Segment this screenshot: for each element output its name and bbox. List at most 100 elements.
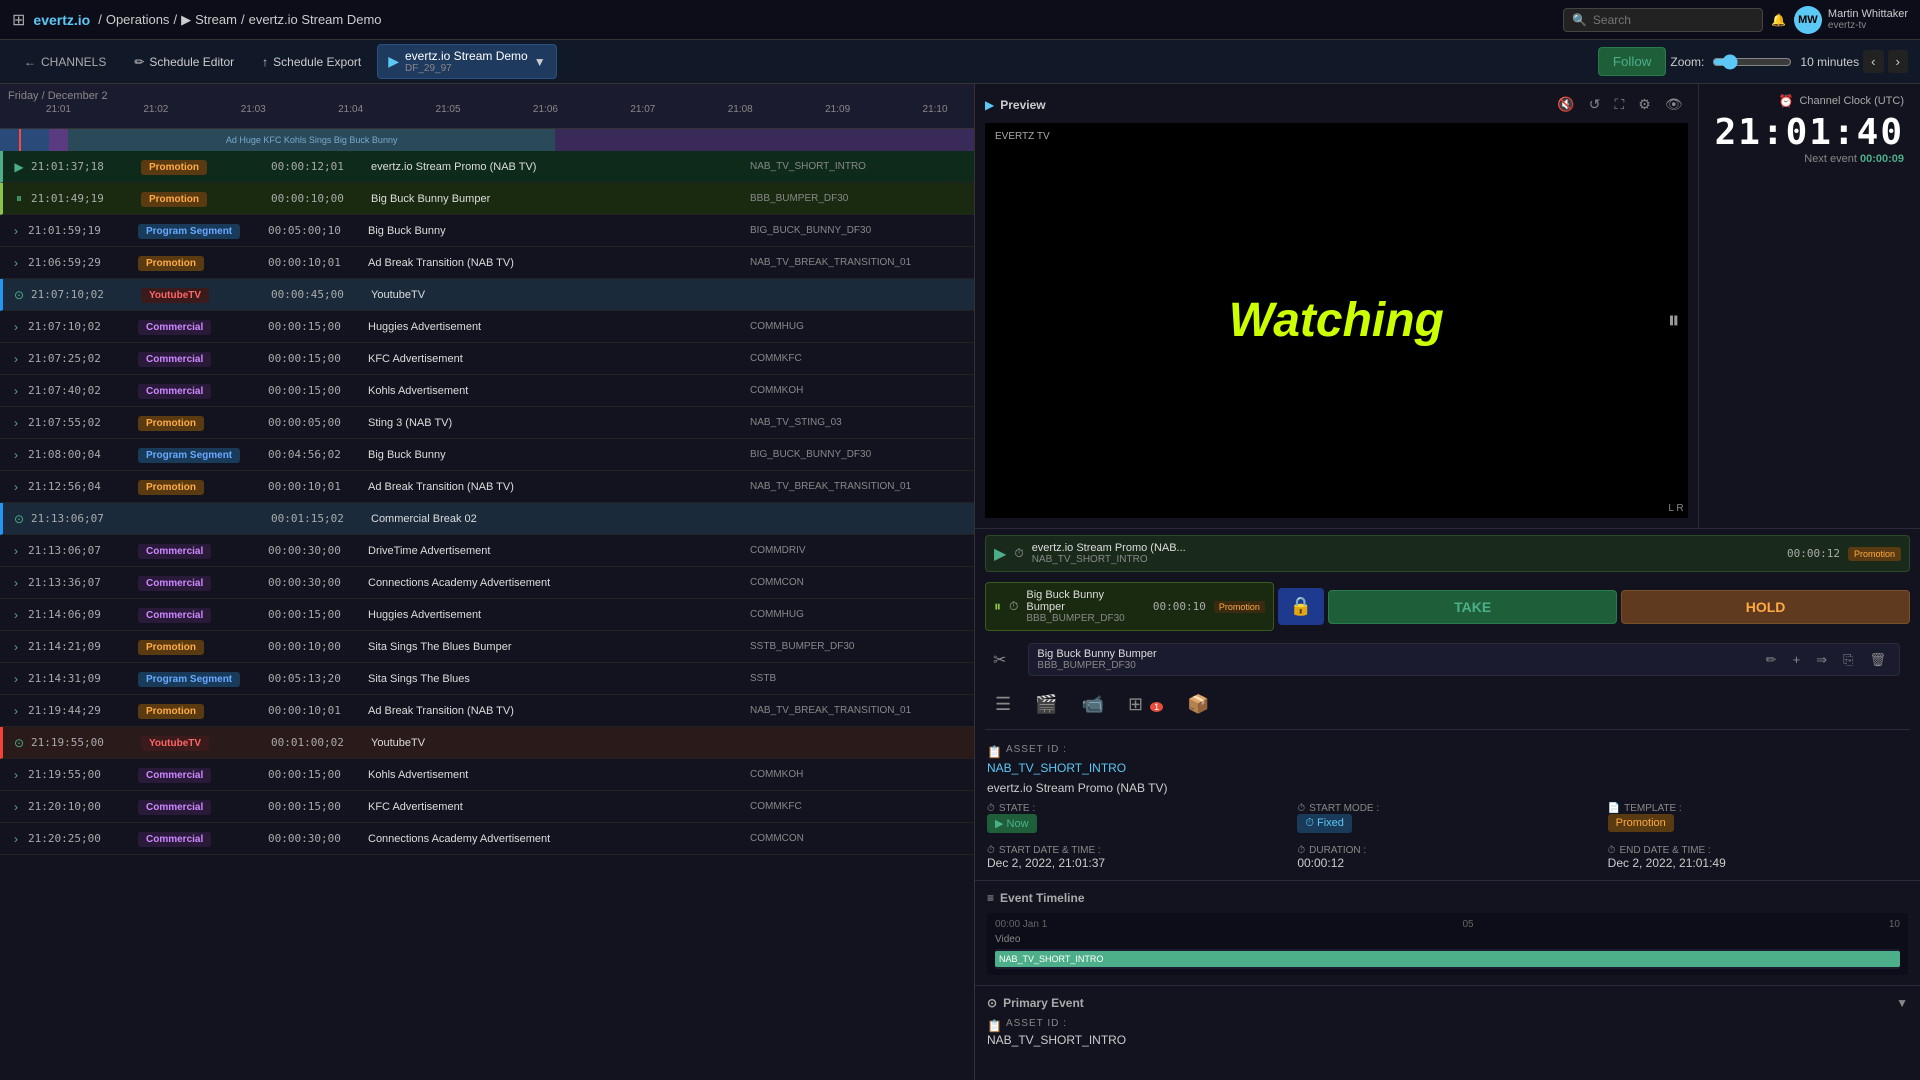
row-asset: SSTB [750,673,970,684]
time-mark-2: 21:02 [143,104,168,115]
primary-event-icon: ⊙ [987,996,997,1010]
lock-button[interactable]: 🔒 [1278,588,1324,625]
follow-button[interactable]: Follow [1598,47,1667,76]
now-play-icon[interactable]: ▶ [994,544,1006,564]
breadcrumb-stream-icon: ▶ [181,12,191,28]
row-type: Promotion [138,255,268,271]
edit-pencil-button[interactable]: ✏ [1761,649,1782,671]
row-title: DriveTime Advertisement [368,545,750,557]
timeline-prev-button[interactable]: ‹ [1863,50,1883,73]
table-row[interactable]: › 21:20:10;00 Commercial 00:00:15;00 KFC… [0,791,974,823]
table-row[interactable]: › 21:06:59;29 Promotion 00:00:10;01 Ad B… [0,247,974,279]
start-date-item: ⏱ START DATE & TIME : Dec 2, 2022, 21:01… [987,845,1287,870]
table-row[interactable]: ⊙ 21:13:06;07 00:01:15;02 Commercial Bre… [0,503,974,535]
camera-action-button[interactable]: 📹 [1072,688,1114,721]
asset-title: evertz.io Stream Promo (NAB TV) [987,781,1908,795]
search-box[interactable]: 🔍 [1563,8,1763,32]
timeline-next-button[interactable]: › [1888,50,1908,73]
start-date-value: Dec 2, 2022, 21:01:37 [987,856,1287,870]
refresh-button[interactable]: ↺ [1584,94,1606,115]
scissors-button[interactable]: ✂ [985,646,1014,674]
row-asset: COMMKFC [750,353,970,364]
table-row[interactable]: › 21:14:06;09 Commercial 00:00:15;00 Hug… [0,599,974,631]
apps-icon[interactable]: ⊞ [12,10,25,30]
edit-forward-button[interactable]: ⇒ [1811,649,1832,671]
avatar: MW [1794,6,1822,34]
edit-icon: ✏ [134,55,144,69]
table-row[interactable]: › 21:07:25;02 Commercial 00:00:15;00 KFC… [0,343,974,375]
schedule-body[interactable]: ▶ 21:01:37;18 Promotion 00:00:12;01 ever… [0,151,974,1080]
table-row[interactable]: › 21:14:21;09 Promotion 00:00:10;00 Sita… [0,631,974,663]
video-action-button[interactable]: 🎬 [1025,688,1067,721]
edit-row-container: ✂ Big Buck Bunny Bumper BBB_BUMPER_DF30 … [985,639,1910,680]
table-row[interactable]: ⏸ 21:01:49;19 Promotion 00:00:10;00 Big … [0,183,974,215]
table-row[interactable]: › 21:20:25;00 Commercial 00:00:30;00 Con… [0,823,974,855]
mute-button[interactable]: 🔇 [1552,94,1579,115]
edit-delete-button[interactable]: 🗑 [1864,649,1891,671]
settings-button[interactable]: ⚙ [1633,94,1656,115]
table-row[interactable]: › 21:12:56;04 Promotion 00:00:10;01 Ad B… [0,471,974,503]
edit-copy-button[interactable]: ⎘ [1838,649,1858,671]
table-row[interactable]: ▶ 21:01:37;18 Promotion 00:00:12;01 ever… [0,151,974,183]
user-info: MW Martin Whittaker evertz-tv [1794,6,1908,34]
table-row[interactable]: ⊙ 21:19:55;00 YoutubeTV 00:01:00;02 Yout… [0,727,974,759]
row-indicator: › [4,352,28,366]
table-row[interactable]: › 21:13:36;07 Commercial 00:00:30;00 Con… [0,567,974,599]
table-row[interactable]: › 21:07:40;02 Commercial 00:00:15;00 Koh… [0,375,974,407]
fullscreen-button[interactable]: ⛶ [1609,94,1629,115]
row-duration: 00:04:56;02 [268,448,368,461]
take-button[interactable]: TAKE [1328,590,1617,624]
row-type: Commercial [138,799,268,815]
table-row[interactable]: › 21:19:55;00 Commercial 00:00:15;00 Koh… [0,759,974,791]
table-row[interactable]: › 21:07:10;02 Commercial 00:00:15;00 Hug… [0,311,974,343]
breadcrumb-stream[interactable]: Stream [195,12,237,27]
row-title: Ad Break Transition (NAB TV) [368,705,750,717]
archive-action-button[interactable]: 📦 [1177,688,1219,721]
row-time: 21:14:21;09 [28,640,138,653]
row-duration: 00:00:10;01 [268,480,368,493]
channel-selector[interactable]: ▶ evertz.io Stream Demo DF_29_97 ▼ [377,44,556,79]
timeline-header: Friday / December 2 21:01 21:02 21:03 21… [0,84,974,129]
template-action-button[interactable]: ⊞ 1 [1118,688,1173,721]
channel-stream-icon: ▶ [388,53,399,70]
schedule-export-button[interactable]: ↑ Schedule Export [250,49,373,75]
table-row[interactable]: › 21:19:44;29 Promotion 00:00:10;01 Ad B… [0,695,974,727]
schedule-panel: Friday / December 2 21:01 21:02 21:03 21… [0,84,975,1080]
notification-icon[interactable]: 🔔 [1771,13,1786,27]
asset-id-value[interactable]: NAB_TV_SHORT_INTRO [987,761,1908,775]
table-row[interactable]: › 21:13:06;07 Commercial 00:00:30;00 Dri… [0,535,974,567]
row-duration: 00:05:13;20 [268,672,368,685]
schedule-editor-button[interactable]: ✏ Schedule Editor [122,49,246,75]
channels-back-button[interactable]: ← CHANNELS [12,49,118,75]
table-row[interactable]: ⊙ 21:07:10;02 YoutubeTV 00:00:45;00 Yout… [0,279,974,311]
now-playing-title: evertz.io Stream Promo (NAB... [1032,542,1192,554]
row-duration: 00:00:15;00 [268,768,368,781]
primary-event-header: ⊙ Primary Event ▼ [987,996,1908,1010]
eye-button[interactable]: 👁 [1660,94,1688,115]
table-row[interactable]: › 21:01:59;19 Program Segment 00:05:00;1… [0,215,974,247]
row-duration: 00:00:15;00 [268,352,368,365]
row-indicator: › [4,320,28,334]
breadcrumb-ops[interactable]: Operations [106,12,170,27]
list-action-button[interactable]: ☰ [985,688,1021,721]
timeline-date: Friday / December 2 [0,88,974,104]
zoom-slider[interactable] [1712,54,1792,70]
search-input[interactable] [1593,13,1733,27]
primary-event-chevron[interactable]: ▼ [1896,996,1908,1010]
table-row[interactable]: › 21:08:00;04 Program Segment 00:04:56;0… [0,439,974,471]
now-playing-info: evertz.io Stream Promo (NAB... NAB_TV_SH… [1032,542,1779,565]
row-type: Program Segment [138,447,268,463]
row-title: Ad Break Transition (NAB TV) [368,481,750,493]
paused-pause-icon[interactable]: ⏸ [994,598,1001,615]
row-asset: COMMDRIV [750,545,970,556]
row-time: 21:13:06;07 [28,544,138,557]
event-timeline-label: Event Timeline [1000,891,1084,905]
table-row[interactable]: › 21:07:55;02 Promotion 00:00:05;00 Stin… [0,407,974,439]
row-asset: COMMKFC [750,801,970,812]
edit-add-button[interactable]: + [1788,649,1806,670]
table-row[interactable]: › 21:14:31;09 Program Segment 00:05:13;2… [0,663,974,695]
template-icon: 📄 [1608,803,1620,814]
paused-row: ⏸ ⏱ Big Buck Bunny Bumper BBB_BUMPER_DF3… [985,582,1274,631]
end-date-item: ⏱ END DATE & TIME : Dec 2, 2022, 21:01:4… [1608,845,1908,870]
hold-button[interactable]: HOLD [1621,590,1910,624]
